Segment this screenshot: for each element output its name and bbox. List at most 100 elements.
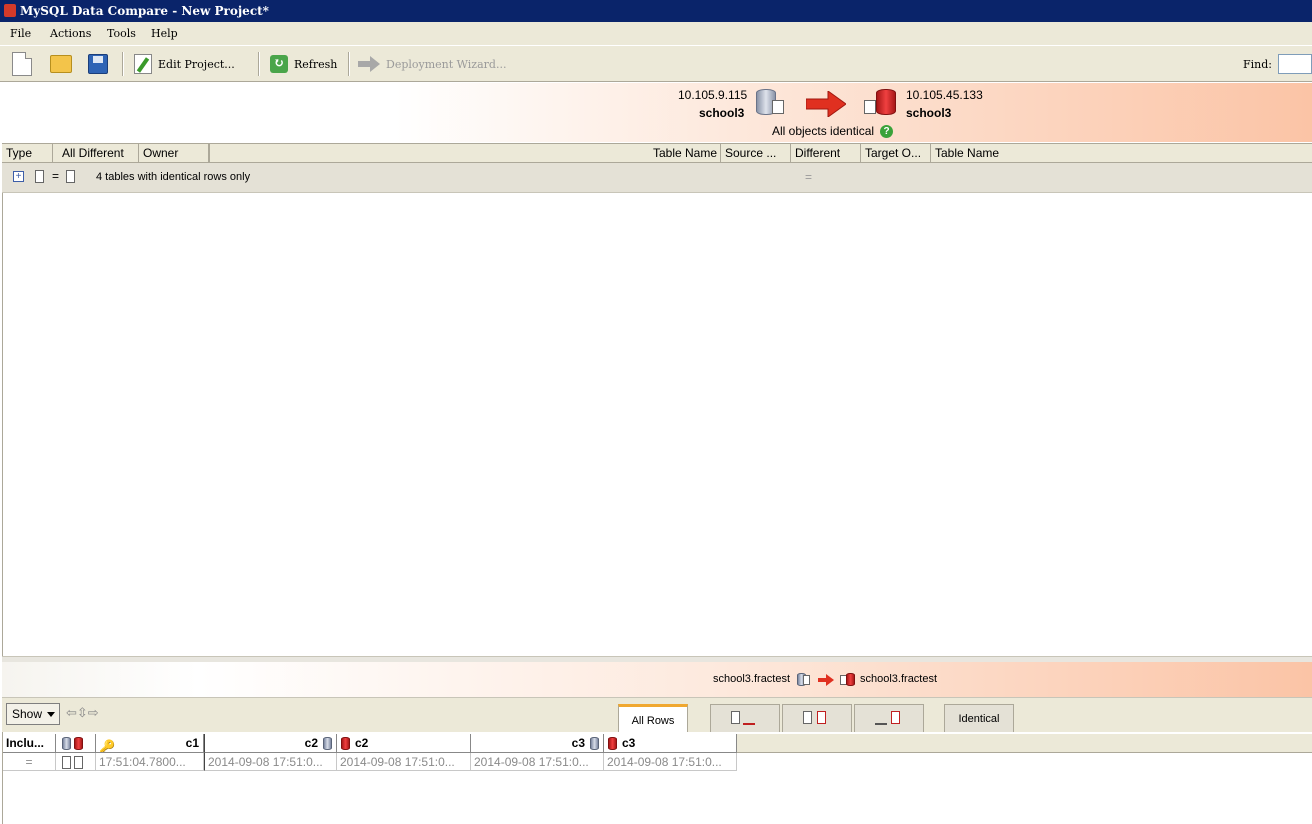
include-cell[interactable]: = — [3, 753, 56, 771]
identical-symbol: = — [52, 169, 60, 183]
expand-icon[interactable]: + — [13, 171, 24, 182]
menu-tools[interactable]: Tools — [103, 22, 140, 46]
missing-marker-icon — [875, 723, 887, 725]
col-c3-source[interactable]: c3 — [471, 734, 604, 753]
save-project-button[interactable] — [84, 50, 112, 78]
source-host: 10.105.9.115 — [678, 88, 748, 102]
header-filler — [737, 734, 1312, 753]
menu-actions[interactable]: Actions — [46, 22, 95, 46]
col-target-owner[interactable]: Target O... — [861, 144, 931, 163]
col-c2-target-label: c2 — [355, 736, 369, 750]
col-source-owner[interactable]: Source ... — [721, 144, 791, 163]
target-host: 10.105.45.133 — [906, 88, 983, 102]
toolbar-separator — [348, 52, 350, 76]
deployment-wizard-label: Deployment Wizard... — [386, 57, 507, 71]
source-only-icon — [731, 711, 740, 724]
tab-identical[interactable]: Identical — [944, 704, 1014, 732]
tab-only-in-target[interactable] — [854, 704, 924, 732]
help-icon[interactable]: ? — [880, 125, 894, 139]
group-row[interactable]: + = 4 tables with identical rows only = — [2, 163, 1312, 193]
small-arrow-icon — [818, 674, 834, 686]
title-bar: MySQL Data Compare - New Project* — [0, 0, 1312, 22]
deployment-wizard-button[interactable]: Deployment Wizard... — [354, 50, 510, 78]
target-db-small-icon — [846, 673, 855, 686]
target-document-icon — [864, 100, 876, 114]
col-all-different[interactable]: All Different — [58, 144, 139, 163]
edit-project-label: Edit Project... — [158, 57, 235, 71]
key-icon: 🔑 — [99, 738, 116, 753]
col-c3-target[interactable]: c3 — [604, 734, 737, 753]
status-text: All objects identical — [772, 124, 875, 138]
col-owner[interactable]: Owner — [139, 144, 209, 163]
col-source-target-icons — [56, 734, 96, 753]
show-dropdown[interactable]: Show — [6, 703, 60, 725]
show-label: Show — [12, 707, 43, 721]
source-row-icon — [62, 756, 71, 770]
comparison-status: All objects identical? — [772, 124, 894, 139]
menu-bar: File Actions Tools Help — [0, 22, 1312, 46]
rows-grid: Inclu... 🔑 c1 c2 c2 c3 c3 = 17:51:04.780… — [2, 732, 1312, 824]
diff-source-icon — [803, 711, 812, 724]
col-c2-source[interactable]: c2 — [204, 734, 337, 753]
open-project-button[interactable] — [46, 50, 76, 78]
edit-icon — [134, 54, 152, 74]
refresh-label: Refresh — [294, 57, 338, 71]
col-source-table-name[interactable]: Table Name — [209, 144, 721, 163]
col-c1[interactable]: 🔑 c1 — [96, 734, 204, 753]
tab-only-in-source[interactable] — [710, 704, 780, 732]
find-input[interactable] — [1278, 54, 1312, 74]
target-database-icon — [876, 89, 896, 115]
col-c2-target[interactable]: c2 — [337, 734, 471, 753]
col-c2-source-label: c2 — [304, 736, 318, 750]
rows-grid-header: Inclu... 🔑 c1 c2 c2 c3 c3 — [3, 734, 1312, 753]
tab-all-rows[interactable]: All Rows — [618, 704, 688, 733]
tab-identical-label: Identical — [958, 713, 1000, 725]
connection-banner: 10.105.9.115 school3 10.105.45.133 schoo… — [2, 83, 1312, 142]
source-doc-small-icon — [803, 675, 810, 685]
cell-c3-target[interactable]: 2014-09-08 17:51:0... — [604, 753, 737, 771]
app-icon — [4, 4, 16, 17]
new-project-button[interactable] — [8, 50, 36, 78]
target-db-icon — [608, 737, 617, 750]
main-toolbar: Edit Project... ↻ Refresh Deployment Wiz… — [0, 46, 1312, 82]
group-label: 4 tables with identical rows only — [96, 171, 251, 183]
col-different[interactable]: Different — [791, 144, 861, 163]
cell-c2-target[interactable]: 2014-09-08 17:51:0... — [337, 753, 471, 771]
tab-different[interactable] — [782, 704, 852, 732]
source-db-icon — [62, 737, 71, 751]
save-icon — [88, 54, 108, 74]
target-db-icon — [341, 737, 350, 750]
menu-help[interactable]: Help — [147, 22, 182, 46]
missing-marker-icon — [743, 723, 755, 725]
folder-icon — [50, 55, 72, 73]
row-icons-cell — [56, 753, 96, 771]
objects-grid-header: Type All Different Owner Table Name Sour… — [2, 143, 1312, 163]
source-doc-icon — [35, 170, 44, 183]
group-diff-symbol: = — [805, 170, 813, 184]
col-type[interactable]: Type — [2, 144, 53, 163]
edit-project-button[interactable]: Edit Project... — [130, 50, 239, 78]
col-c3-source-label: c3 — [571, 736, 585, 750]
find-label: Find: — [1243, 58, 1272, 71]
menu-file[interactable]: File — [6, 22, 35, 46]
objects-grid-body — [2, 193, 1312, 656]
target-only-icon — [891, 711, 900, 724]
cell-c1[interactable]: 17:51:04.7800... — [96, 753, 204, 771]
col-include[interactable]: Inclu... — [3, 734, 56, 753]
cell-c2-source[interactable]: 2014-09-08 17:51:0... — [204, 753, 337, 771]
cell-c3-source[interactable]: 2014-09-08 17:51:0... — [471, 753, 604, 771]
compare-arrow-icon — [806, 91, 846, 117]
target-doc-icon — [66, 170, 75, 183]
source-db-icon — [590, 737, 599, 750]
target-db-icon — [74, 737, 84, 751]
table-compare-banner: school3.fractest school3.fractest — [2, 662, 1312, 698]
col-target-table-name[interactable]: Table Name — [931, 144, 1312, 163]
toolbar-separator — [122, 52, 124, 76]
arrow-right-icon — [358, 56, 380, 72]
source-document-icon — [772, 100, 784, 114]
refresh-button[interactable]: ↻ Refresh — [266, 50, 341, 78]
target-row-icon — [74, 756, 84, 770]
toolbar-separator — [258, 52, 260, 76]
navigate-arrows-icon[interactable]: ⇦⇳⇨ — [66, 705, 99, 721]
new-document-icon — [12, 52, 32, 76]
